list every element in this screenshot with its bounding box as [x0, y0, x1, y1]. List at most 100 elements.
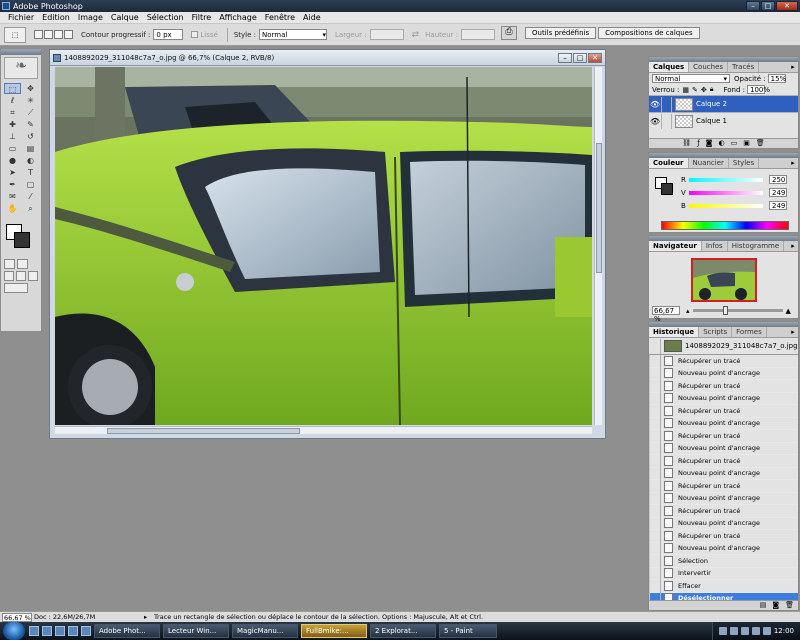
channel-r-slider[interactable]	[689, 177, 763, 182]
history-brush-source-icon[interactable]	[649, 554, 661, 567]
tray-icon[interactable]	[729, 627, 738, 635]
explorer-icon[interactable]	[81, 626, 91, 636]
history-snapshot[interactable]: 1408892029_311048c7a7_o.jpg	[649, 338, 798, 355]
gradient-tool-icon[interactable]: ▤	[22, 143, 39, 154]
history-item[interactable]: Récupérer un tracé	[649, 504, 798, 518]
subtract-selection-button[interactable]	[54, 30, 63, 39]
clock[interactable]: 12:00	[774, 627, 794, 635]
taskbar-button[interactable]: Lecteur Win...	[163, 624, 229, 638]
history-brush-source-icon[interactable]	[649, 442, 661, 455]
notes-tool-icon[interactable]: ✉	[4, 191, 21, 202]
history-item[interactable]: Nouveau point d'ancrage	[649, 367, 798, 380]
history-brush-source-icon[interactable]	[649, 479, 661, 492]
add-selection-button[interactable]	[44, 30, 53, 39]
start-button[interactable]	[3, 622, 25, 640]
tray-icon[interactable]	[740, 627, 749, 635]
history-brush-source-icon[interactable]	[649, 392, 661, 405]
status-menu-arrow-icon[interactable]: ▸	[144, 613, 154, 621]
history-brush-source-icon[interactable]	[649, 467, 661, 480]
document-title-bar[interactable]: 1408892029_311048c7a7_o.jpg @ 66,7% (Cal…	[50, 50, 605, 66]
media-player-icon[interactable]	[68, 626, 78, 636]
menu-item-2[interactable]: Image	[74, 13, 107, 22]
document-minimize-button[interactable]: –	[558, 53, 572, 63]
tab-history[interactable]: Historique	[649, 327, 700, 337]
history-brush-source-icon[interactable]	[649, 542, 661, 555]
history-item[interactable]: Récupérer un tracé	[649, 429, 798, 443]
path-selection-tool-icon[interactable]: ➤	[4, 167, 21, 178]
slice-tool-icon[interactable]: ⟋	[22, 107, 39, 118]
background-color-swatch[interactable]	[661, 183, 673, 195]
color-spectrum-bar[interactable]	[661, 221, 789, 230]
history-item[interactable]: Récupérer un tracé	[649, 354, 798, 368]
screen-mode-full-menu-icon[interactable]	[16, 271, 26, 281]
menu-item-1[interactable]: Edition	[38, 13, 74, 22]
navigator-zoom-input[interactable]: 66,67 %	[652, 306, 680, 323]
link-layers-icon[interactable]: ⛓	[682, 139, 691, 148]
tool-preset-picker[interactable]: ⬚	[4, 26, 26, 43]
taskbar-button[interactable]: 5 - Paint	[439, 624, 497, 638]
history-item[interactable]: Récupérer un tracé	[649, 454, 798, 468]
background-color-swatch[interactable]	[14, 232, 30, 248]
quick-mask-icon[interactable]	[17, 259, 28, 269]
brush-tool-icon[interactable]: ✎	[22, 119, 39, 130]
hand-tool-icon[interactable]: ✋	[4, 203, 21, 214]
feather-input[interactable]: 0 px	[153, 29, 184, 40]
document-maximize-button[interactable]: □	[573, 53, 587, 63]
tab-layer-comps[interactable]: Compositions de calques	[598, 27, 700, 39]
menu-item-3[interactable]: Calque	[107, 13, 143, 22]
history-brush-source-icon[interactable]	[649, 454, 661, 467]
history-item[interactable]: Nouveau point d'ancrage	[649, 392, 798, 405]
type-tool-icon[interactable]: T	[22, 167, 39, 178]
menu-item-6[interactable]: Affichage	[215, 13, 261, 22]
lock-position-icon[interactable]: ✥	[701, 86, 707, 94]
history-brush-source-icon[interactable]	[649, 417, 661, 430]
taskbar-button[interactable]: 2 Explorat...	[370, 624, 436, 638]
history-brush-source-icon[interactable]	[649, 379, 661, 392]
vertical-scroll-thumb[interactable]	[596, 143, 602, 273]
channel-r-input[interactable]: 250	[769, 175, 787, 184]
menu-item-4[interactable]: Sélection	[143, 13, 188, 22]
opacity-input[interactable]: 15%	[767, 74, 786, 83]
document-close-button[interactable]: ✕	[588, 53, 602, 63]
history-brush-source-icon[interactable]	[649, 529, 661, 542]
adobe-feather-icon[interactable]: ❧	[4, 57, 38, 79]
history-item[interactable]: Récupérer un tracé	[649, 379, 798, 393]
tab-layers[interactable]: Calques	[649, 62, 690, 72]
history-item[interactable]: Nouveau point d'ancrage	[649, 442, 798, 455]
zoom-out-icon[interactable]: ▴	[686, 307, 690, 315]
add-mask-icon[interactable]: ◙	[706, 139, 713, 148]
screen-mode-standard-icon[interactable]	[4, 271, 14, 281]
channel-v-input[interactable]: 249	[769, 188, 787, 197]
tab-styles[interactable]: Styles	[729, 158, 760, 168]
history-brush-source-icon[interactable]	[649, 567, 661, 580]
history-brush-tool-icon[interactable]: ↺	[22, 131, 39, 142]
fill-input[interactable]: 100%	[746, 85, 770, 94]
height-input[interactable]	[461, 29, 496, 40]
zoom-slider[interactable]	[692, 306, 783, 315]
window-switcher-icon[interactable]	[42, 626, 52, 636]
intersect-selection-button[interactable]	[64, 30, 73, 39]
history-item[interactable]: Récupérer un tracé	[649, 479, 798, 493]
history-item[interactable]: Récupérer un tracé	[649, 529, 798, 543]
layer-row[interactable]: 👁︎ Calque 2	[649, 95, 798, 112]
trash-icon[interactable]: 🗑︎	[756, 139, 765, 148]
history-item[interactable]: Effacer	[649, 579, 798, 593]
history-brush-source-icon[interactable]	[649, 338, 661, 354]
new-document-from-state-icon[interactable]: ▤	[760, 601, 767, 610]
volume-icon[interactable]	[762, 627, 771, 635]
antialias-checkbox[interactable]	[191, 31, 199, 38]
status-zoom-input[interactable]: 66,67 %	[2, 612, 32, 622]
history-item[interactable]: Nouveau point d'ancrage	[649, 467, 798, 480]
tab-swatches[interactable]: Nuancier	[689, 158, 729, 168]
vertical-scrollbar[interactable]	[594, 67, 602, 425]
network-icon[interactable]	[751, 627, 760, 635]
navigator-thumbnail[interactable]	[691, 258, 757, 302]
swap-icon[interactable]: ⇄	[412, 30, 420, 40]
crop-tool-icon[interactable]: ⌗	[4, 107, 21, 118]
zoom-tool-icon[interactable]: ⌕	[22, 203, 39, 214]
layer-link-icon[interactable]	[662, 113, 672, 129]
visibility-eye-icon[interactable]: 👁︎	[649, 96, 662, 112]
dodge-tool-icon[interactable]: ◐	[22, 155, 39, 166]
width-input[interactable]	[369, 29, 404, 40]
history-item[interactable]: Intervertir	[649, 567, 798, 580]
